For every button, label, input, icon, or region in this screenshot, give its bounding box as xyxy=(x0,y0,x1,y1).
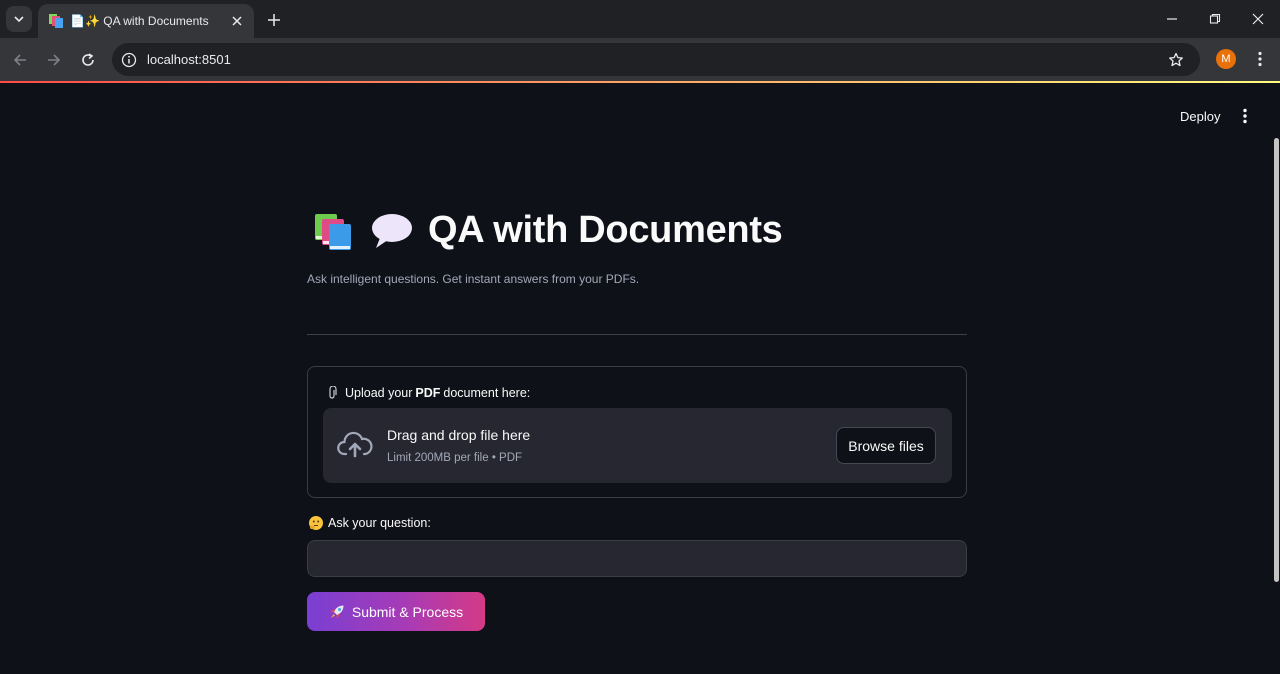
forward-button[interactable] xyxy=(43,49,65,71)
dropzone-limit: Limit 200MB per file • PDF xyxy=(387,452,523,464)
tab-title-text: QA with Documents xyxy=(103,14,209,28)
dropzone-instructions: Drag and drop file here xyxy=(387,427,531,443)
browse-files-button[interactable]: Browse files xyxy=(836,427,936,464)
page-header: QA with Documents xyxy=(312,204,783,256)
uploader-label-pre: Upload your xyxy=(345,386,413,400)
paperclip-icon xyxy=(326,386,340,400)
bookmark-button[interactable] xyxy=(1166,50,1186,70)
books-icon xyxy=(312,208,356,252)
rocket-icon xyxy=(329,604,345,620)
restore-button[interactable] xyxy=(1204,8,1226,30)
profile-avatar[interactable]: M xyxy=(1216,49,1236,69)
question-label-text: Ask your question: xyxy=(328,516,431,530)
deploy-button[interactable]: Deploy xyxy=(1170,104,1230,128)
app-decoration-bar xyxy=(0,81,1280,83)
tab-search-button[interactable] xyxy=(6,6,32,32)
cloud-upload-icon xyxy=(337,429,373,461)
thinking-face-icon xyxy=(309,516,323,530)
forward-icon xyxy=(48,54,61,66)
kebab-icon xyxy=(1243,108,1247,124)
minimize-button[interactable] xyxy=(1161,8,1183,30)
restore-icon xyxy=(1209,13,1221,24)
speech-bubble-icon xyxy=(370,208,414,252)
chevron-down-icon xyxy=(14,16,24,23)
uploader-label-post: document here: xyxy=(443,386,531,400)
browser-toolbar: localhost:8501 xyxy=(0,38,1280,81)
uploader-label: Upload your PDF document here: xyxy=(326,386,530,400)
back-icon xyxy=(13,54,26,66)
plus-icon xyxy=(268,14,280,26)
close-icon xyxy=(1252,13,1264,25)
question-input[interactable] xyxy=(307,540,967,577)
close-icon xyxy=(232,16,242,26)
tab-close-button[interactable] xyxy=(228,12,246,30)
page-subtitle: Ask intelligent questions. Get instant a… xyxy=(307,272,640,286)
file-uploader-card: Upload your PDF document here: Drag and … xyxy=(307,366,967,498)
tab-title: 📄✨ QA with Documents xyxy=(70,14,228,28)
favicon-books-icon xyxy=(48,13,64,29)
submit-label: Submit & Process xyxy=(351,603,464,620)
info-icon[interactable] xyxy=(120,51,138,69)
page-title: QA with Documents xyxy=(428,208,783,251)
url-text[interactable]: localhost:8501 xyxy=(147,52,231,67)
close-window-button[interactable] xyxy=(1247,8,1269,30)
section-divider xyxy=(307,334,967,335)
browser-tab[interactable]: 📄✨ QA with Documents xyxy=(38,4,254,38)
file-dropzone[interactable]: Drag and drop file here Limit 200MB per … xyxy=(323,408,952,483)
page-scrollbar[interactable] xyxy=(1274,138,1279,582)
address-bar[interactable]: localhost:8501 xyxy=(112,43,1200,76)
browser-tab-strip: 📄✨ QA with Documents xyxy=(0,0,1280,38)
kebab-icon xyxy=(1258,51,1262,67)
new-tab-button[interactable] xyxy=(264,10,284,30)
browser-menu-button[interactable] xyxy=(1250,49,1270,69)
question-label: Ask your question: xyxy=(309,516,431,530)
uploader-label-bold: PDF xyxy=(415,386,441,400)
reload-button[interactable] xyxy=(77,49,99,71)
reload-icon xyxy=(82,53,94,66)
tab-emoji-prefix: 📄✨ xyxy=(70,14,100,28)
app-main-menu-button[interactable] xyxy=(1234,104,1256,128)
back-button[interactable] xyxy=(9,49,31,71)
minimize-icon xyxy=(1167,18,1177,20)
star-icon xyxy=(1169,52,1183,67)
submit-process-button[interactable]: Submit & Process xyxy=(307,592,485,631)
